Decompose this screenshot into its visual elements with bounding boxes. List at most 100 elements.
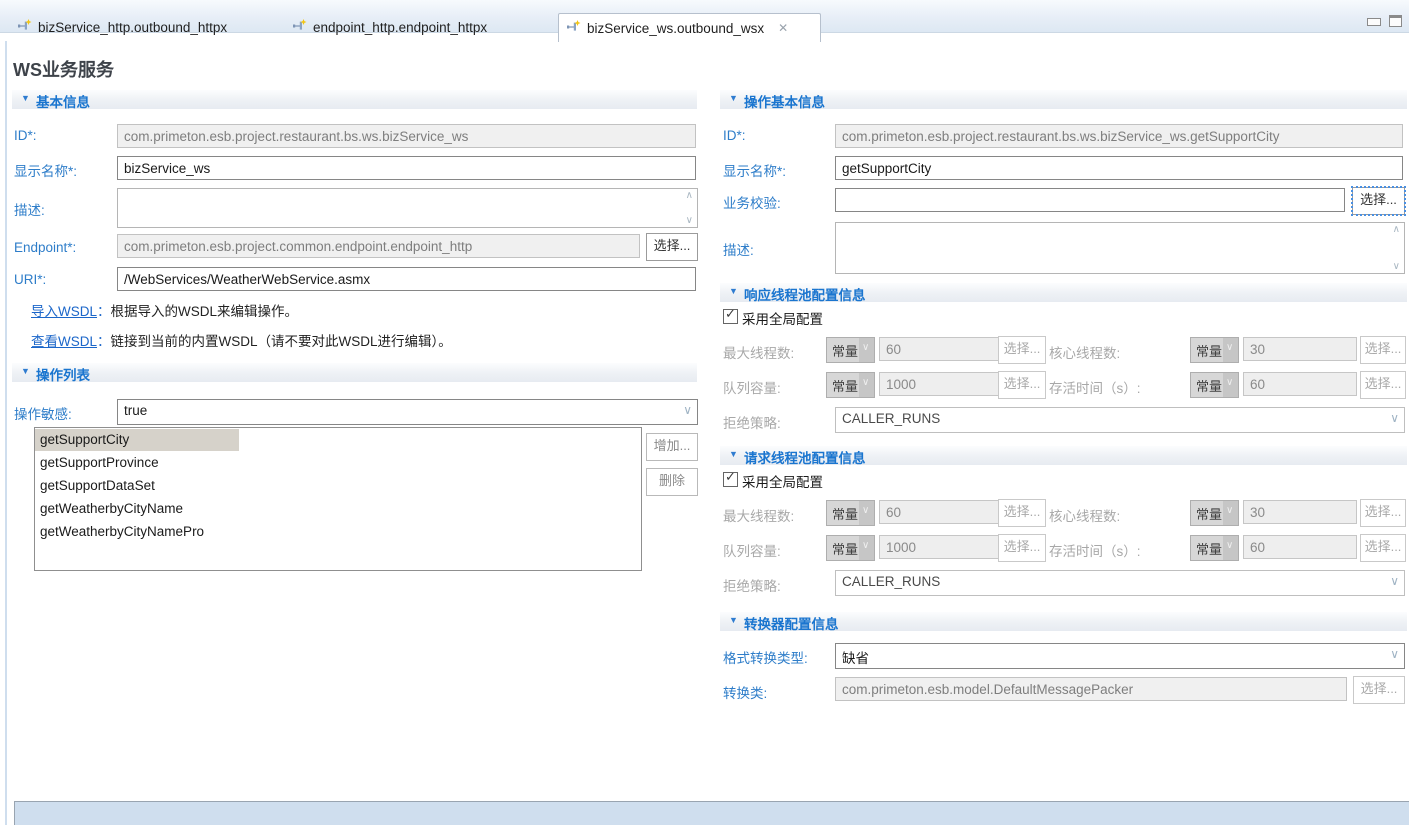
max-threads-label: 最大线程数:	[723, 342, 794, 362]
section-title: 操作列表	[36, 364, 90, 384]
tab-bizService-ws-active[interactable]: bizService_ws.outbound_wsx ✕	[558, 13, 821, 42]
scroll-up-icon[interactable]: ∧	[686, 190, 693, 201]
service-editor-icon	[566, 20, 581, 36]
maximize-view-button[interactable]	[1389, 15, 1402, 27]
keep-alive-label: 存活时间（s）:	[1049, 540, 1141, 560]
reject-policy-label: 拒绝策略:	[723, 412, 781, 432]
op-id-field	[835, 124, 1403, 148]
minimize-view-button[interactable]	[1367, 18, 1381, 26]
response-global-config-checkbox[interactable]: ✓	[723, 309, 738, 324]
section-operation-list[interactable]: ▼ 操作列表	[12, 363, 697, 382]
tab-label: bizService_http.outbound_httpx	[38, 20, 227, 35]
response-max-threads-choose-button: 选择...	[998, 336, 1046, 364]
section-operation-basic-info[interactable]: ▼ 操作基本信息	[720, 90, 1407, 109]
scroll-down-icon[interactable]: ∨	[686, 215, 693, 226]
colon: ：	[97, 334, 111, 349]
format-type-dropdown[interactable]: 缺省 ∨	[835, 643, 1405, 669]
uri-label: URI*:	[14, 272, 46, 287]
dropdown-chevron-icon: ∨	[859, 338, 874, 362]
dropdown-chevron-icon: ∨	[1223, 536, 1238, 560]
reject-policy-label: 拒绝策略:	[723, 575, 781, 595]
response-max-threads-field	[879, 337, 1003, 361]
request-queue-const-combo: 常量∨	[826, 535, 875, 561]
dropdown-value: true	[124, 403, 147, 418]
section-title: 响应线程池配置信息	[744, 284, 866, 304]
response-core-threads-field	[1243, 337, 1357, 361]
display-name-field[interactable]	[117, 156, 696, 180]
add-operation-button[interactable]: 增加...	[646, 433, 698, 461]
dropdown-chevron-icon: ∨	[1390, 574, 1399, 588]
op-description-label: 描述:	[723, 239, 754, 259]
section-title: 请求线程池配置信息	[744, 447, 866, 467]
op-description-textarea[interactable]: ∧ ∨	[835, 222, 1405, 274]
endpoint-label: Endpoint*:	[14, 240, 76, 255]
endpoint-field	[117, 234, 640, 258]
op-display-name-field[interactable]	[835, 156, 1403, 180]
dropdown-chevron-icon: ∨	[1390, 411, 1399, 425]
tab-bizService-http[interactable]: bizService_http.outbound_httpx	[10, 13, 272, 41]
response-max-threads-const-combo: 常量∨	[826, 337, 875, 363]
converter-class-choose-button: 选择...	[1353, 676, 1405, 704]
display-name-label: 显示名称*:	[14, 160, 77, 180]
dropdown-chevron-icon: ∨	[683, 403, 692, 417]
description-textarea[interactable]: ∧ ∨	[117, 188, 698, 228]
section-collapse-icon[interactable]: ▼	[21, 366, 30, 376]
response-core-threads-const-combo: 常量∨	[1190, 337, 1239, 363]
endpoint-choose-button[interactable]: 选择...	[646, 233, 698, 261]
uri-field[interactable]	[117, 267, 696, 291]
converter-class-field	[835, 677, 1347, 701]
close-icon[interactable]: ✕	[778, 21, 788, 35]
list-item[interactable]: getWeatherbyCityNamePro	[35, 520, 641, 543]
tab-label: endpoint_http.endpoint_httpx	[313, 20, 487, 35]
dropdown-chevron-icon: ∨	[1223, 373, 1238, 397]
import-wsdl-text: 根据导入的WSDL来编辑操作。	[111, 304, 299, 319]
tab-endpoint-http[interactable]: endpoint_http.endpoint_httpx	[285, 13, 540, 41]
response-reject-policy-dropdown: CALLER_RUNS ∨	[835, 407, 1405, 433]
list-item[interactable]: getSupportProvince	[35, 451, 641, 474]
section-collapse-icon[interactable]: ▼	[729, 93, 738, 103]
operation-sensitive-dropdown[interactable]: true ∨	[117, 399, 698, 425]
list-item-selected[interactable]: getSupportCity	[35, 428, 641, 451]
section-response-pool[interactable]: ▼ 响应线程池配置信息	[720, 283, 1407, 302]
section-basic-info[interactable]: ▼ 基本信息	[12, 90, 697, 109]
import-wsdl-link[interactable]: 导入WSDL	[31, 304, 97, 319]
description-label: 描述:	[14, 199, 45, 219]
section-title: 转换器配置信息	[744, 613, 839, 633]
colon: ：	[97, 304, 111, 319]
scroll-down-icon[interactable]: ∨	[1393, 261, 1400, 272]
dropdown-chevron-icon: ∨	[859, 501, 874, 525]
request-global-config-checkbox[interactable]: ✓	[723, 472, 738, 487]
section-converter-config[interactable]: ▼ 转换器配置信息	[720, 612, 1407, 631]
response-keep-alive-const-combo: 常量∨	[1190, 372, 1239, 398]
validation-label: 业务校验:	[723, 192, 781, 212]
service-editor-icon	[17, 19, 32, 35]
request-keep-alive-choose-button: 选择...	[1360, 534, 1406, 562]
list-item[interactable]: getSupportDataSet	[35, 474, 641, 497]
response-global-config-label: 采用全局配置	[742, 308, 823, 328]
request-core-threads-field	[1243, 500, 1357, 524]
section-collapse-icon[interactable]: ▼	[729, 449, 738, 459]
editor-left-ruler	[5, 41, 7, 825]
dropdown-chevron-icon: ∨	[1223, 338, 1238, 362]
validation-choose-button[interactable]: 选择...	[1352, 187, 1405, 215]
check-icon: ✓	[725, 469, 736, 485]
section-collapse-icon[interactable]: ▼	[729, 615, 738, 625]
section-collapse-icon[interactable]: ▼	[21, 93, 30, 103]
delete-operation-button[interactable]: 删除	[646, 468, 698, 496]
request-keep-alive-const-combo: 常量∨	[1190, 535, 1239, 561]
section-title: 操作基本信息	[744, 91, 825, 111]
section-collapse-icon[interactable]: ▼	[729, 286, 738, 296]
editor-tab-bar: bizService_http.outbound_httpx endpoint_…	[0, 0, 1409, 33]
list-item[interactable]: getWeatherbyCityName	[35, 497, 641, 520]
core-threads-label: 核心线程数:	[1049, 342, 1120, 362]
operations-listbox[interactable]: getSupportCity getSupportProvince getSup…	[34, 427, 642, 571]
id-field	[117, 124, 696, 148]
page-title: WS业务服务	[13, 56, 114, 82]
view-wsdl-text: 链接到当前的内置WSDL（请不要对此WSDL进行编辑）。	[111, 334, 452, 349]
validation-field[interactable]	[835, 188, 1345, 212]
collapsed-bottom-panel[interactable]	[14, 801, 1409, 825]
operation-sensitive-label: 操作敏感:	[14, 403, 72, 423]
view-wsdl-link[interactable]: 查看WSDL	[31, 334, 97, 349]
section-request-pool[interactable]: ▼ 请求线程池配置信息	[720, 446, 1407, 465]
scroll-up-icon[interactable]: ∧	[1393, 224, 1400, 235]
